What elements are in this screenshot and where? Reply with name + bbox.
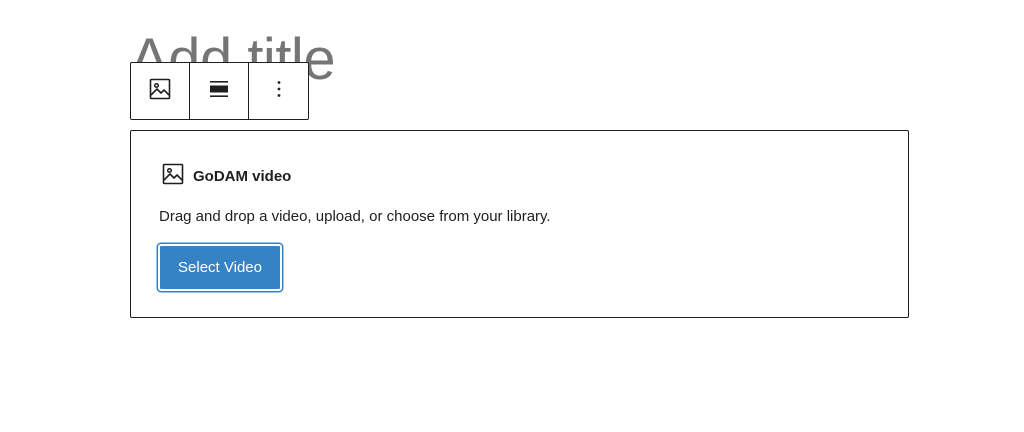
godam-video-block[interactable]: GoDAM video Drag and drop a video, uploa… <box>130 130 909 318</box>
block-toolbar <box>130 62 309 120</box>
block-label-text: GoDAM video <box>193 167 292 185</box>
block-type-button[interactable] <box>131 63 190 119</box>
image-icon <box>148 77 172 106</box>
more-vertical-icon <box>267 77 291 106</box>
align-wide-icon <box>207 77 231 106</box>
align-button[interactable] <box>190 63 249 119</box>
select-video-button[interactable]: Select Video <box>158 244 282 291</box>
options-button[interactable] <box>249 63 308 119</box>
image-icon <box>161 162 185 190</box>
block-label: GoDAM video <box>161 162 291 190</box>
block-instructions: Drag and drop a video, upload, or choose… <box>159 208 551 225</box>
